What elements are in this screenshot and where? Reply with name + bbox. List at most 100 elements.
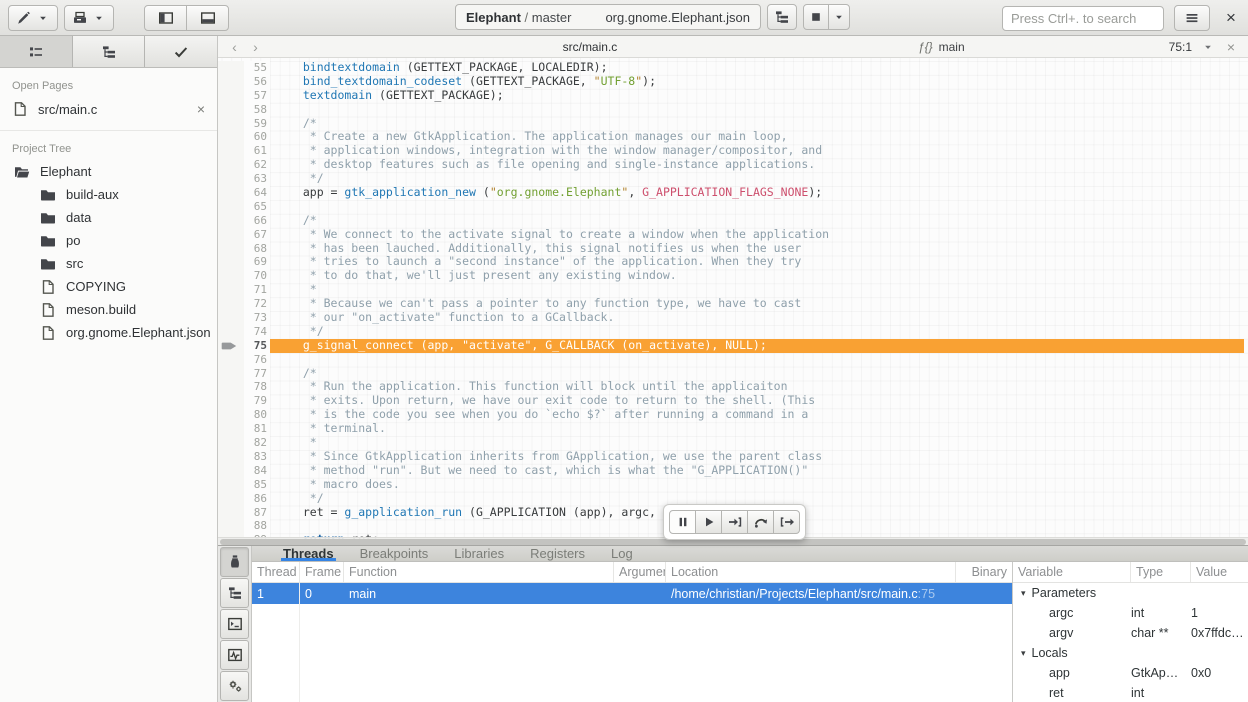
debug-play-button[interactable] (695, 510, 722, 534)
expander-icon[interactable]: ▾ (1021, 588, 1026, 599)
breakpoint-margin[interactable] (218, 103, 244, 117)
code-text[interactable]: * Create a new GtkApplication. The appli… (270, 130, 1244, 144)
code-text[interactable]: /* (270, 367, 1244, 381)
code-text[interactable]: bind_textdomain_codeset (GETTEXT_PACKAGE… (270, 75, 1244, 89)
tree-item[interactable]: meson.build (0, 298, 217, 321)
symbol-selector[interactable]: ƒ{} main (918, 40, 965, 54)
tree-item[interactable]: COPYING (0, 275, 217, 298)
variable-group-row[interactable]: ▾Locals (1013, 643, 1248, 663)
expander-icon[interactable]: ▾ (1021, 648, 1026, 659)
debug-step-over-button[interactable] (747, 510, 774, 534)
tab-breakpoints[interactable]: Breakpoints (347, 546, 442, 561)
breakpoint-margin[interactable] (218, 464, 244, 478)
code-text[interactable]: * to do that, we'll just present any exi… (270, 269, 1244, 283)
breakpoint-margin[interactable] (218, 269, 244, 283)
breakpoint-margin[interactable] (218, 339, 244, 353)
breakpoint-margin[interactable] (218, 353, 244, 367)
code-text[interactable]: * Run the application. This function wil… (270, 380, 1244, 394)
code-text[interactable]: * We connect to the activate signal to c… (270, 228, 1244, 242)
breakpoint-margin[interactable] (218, 214, 244, 228)
code-text[interactable]: * (270, 283, 1244, 297)
code-text[interactable]: * method "run". But we need to cast, whi… (270, 464, 1244, 478)
code-text[interactable]: * (270, 436, 1244, 450)
tab-threads[interactable]: Threads (270, 546, 347, 561)
code-text[interactable]: /* (270, 117, 1244, 131)
code-text[interactable] (270, 353, 1244, 367)
breakpoint-margin[interactable] (218, 492, 244, 506)
breakpoint-margin[interactable] (218, 283, 244, 297)
close-page-icon[interactable]: × (197, 101, 205, 117)
code-text[interactable]: * desktop features such as file opening … (270, 158, 1244, 172)
variable-group-row[interactable]: ▾Parameters (1013, 583, 1248, 603)
panel-button-output[interactable] (220, 640, 249, 670)
debug-step-in-button[interactable] (721, 510, 748, 534)
debug-pause-button[interactable] (669, 510, 696, 534)
code-text[interactable]: textdomain (GETTEXT_PACKAGE); (270, 89, 1244, 103)
variable-row[interactable]: argvchar **0x7ffdc1… (1013, 623, 1248, 643)
panel-button-terminal[interactable] (220, 609, 249, 639)
code-text[interactable]: g_signal_connect (app, "activate", G_CAL… (270, 339, 1244, 353)
toggle-left-panel-button[interactable] (144, 5, 187, 31)
toggle-bottom-panel-button[interactable] (186, 5, 229, 31)
code-text[interactable] (270, 103, 1244, 117)
run-config-button[interactable] (8, 5, 58, 31)
breakpoint-margin[interactable] (218, 186, 244, 200)
panel-button-gears[interactable] (220, 671, 249, 701)
breakpoint-margin[interactable] (218, 311, 244, 325)
sidebar-tab-tree[interactable] (73, 36, 146, 67)
variable-row[interactable]: argcint1 (1013, 603, 1248, 623)
column-header-location[interactable]: Location (666, 562, 956, 582)
breakpoint-margin[interactable] (218, 519, 244, 533)
code-text[interactable] (270, 200, 1244, 214)
column-header-value[interactable]: Value (1191, 562, 1248, 582)
column-header-frame[interactable]: Frame (300, 562, 344, 582)
build-pipeline-button[interactable] (767, 4, 797, 30)
stop-button[interactable] (803, 4, 829, 30)
sidebar-tab-check[interactable] (145, 36, 217, 67)
breakpoint-margin[interactable] (218, 450, 244, 464)
breakpoint-margin[interactable] (218, 367, 244, 381)
debug-step-out-button[interactable] (773, 510, 800, 534)
thread-row[interactable]: 10main/home/christian/Projects/Elephant/… (252, 583, 1012, 604)
code-text[interactable]: * Since GtkApplication inherits from GAp… (270, 450, 1244, 464)
breakpoint-margin[interactable] (218, 228, 244, 242)
breakpoint-margin[interactable] (218, 297, 244, 311)
column-header-type[interactable]: Type (1131, 562, 1191, 582)
code-text[interactable]: */ (270, 325, 1244, 339)
breakpoint-margin[interactable] (218, 130, 244, 144)
breakpoint-margin[interactable] (218, 422, 244, 436)
code-text[interactable]: * tries to launch a "second instance" of… (270, 255, 1244, 269)
nav-back-icon[interactable]: ‹ (228, 39, 241, 55)
breakpoint-margin[interactable] (218, 380, 244, 394)
code-text[interactable]: bindtextdomain (GETTEXT_PACKAGE, LOCALED… (270, 61, 1244, 75)
column-header-thread[interactable]: Thread (252, 562, 300, 582)
tree-item[interactable]: Elephant (0, 160, 217, 183)
breakpoint-margin[interactable] (218, 89, 244, 103)
search-input[interactable] (1002, 6, 1164, 31)
tree-item[interactable]: org.gnome.Elephant.json (0, 321, 217, 344)
column-header-variable[interactable]: Variable (1013, 562, 1131, 582)
tree-item[interactable]: build-aux (0, 183, 217, 206)
editor-options-icon[interactable] (1200, 39, 1216, 55)
device-select-button[interactable] (64, 5, 114, 31)
tab-libraries[interactable]: Libraries (441, 546, 517, 561)
code-text[interactable]: /* (270, 214, 1244, 228)
variable-row[interactable]: appGtkAppli…0x0 (1013, 663, 1248, 683)
breakpoint-margin[interactable] (218, 325, 244, 339)
breakpoint-margin[interactable] (218, 75, 244, 89)
tree-item[interactable]: src (0, 252, 217, 275)
window-close-button[interactable]: × (1220, 8, 1242, 28)
source-view[interactable]: 55 bindtextdomain (GETTEXT_PACKAGE, LOCA… (218, 58, 1248, 545)
code-text[interactable]: */ (270, 172, 1244, 186)
breakpoint-margin[interactable] (218, 172, 244, 186)
code-text[interactable]: * exits. Upon return, we have our exit c… (270, 394, 1244, 408)
menu-button[interactable] (1174, 5, 1210, 31)
tab-registers[interactable]: Registers (517, 546, 598, 561)
code-text[interactable]: * is the code you see when you do `echo … (270, 408, 1244, 422)
breakpoint-margin[interactable] (218, 408, 244, 422)
column-header-arguments[interactable]: Arguments (614, 562, 666, 582)
variable-row[interactable]: retint (1013, 683, 1248, 702)
code-text[interactable]: * our "on_activate" function to a GCallb… (270, 311, 1244, 325)
code-text[interactable]: * Because we can't pass a pointer to any… (270, 297, 1244, 311)
breakpoint-margin[interactable] (218, 255, 244, 269)
